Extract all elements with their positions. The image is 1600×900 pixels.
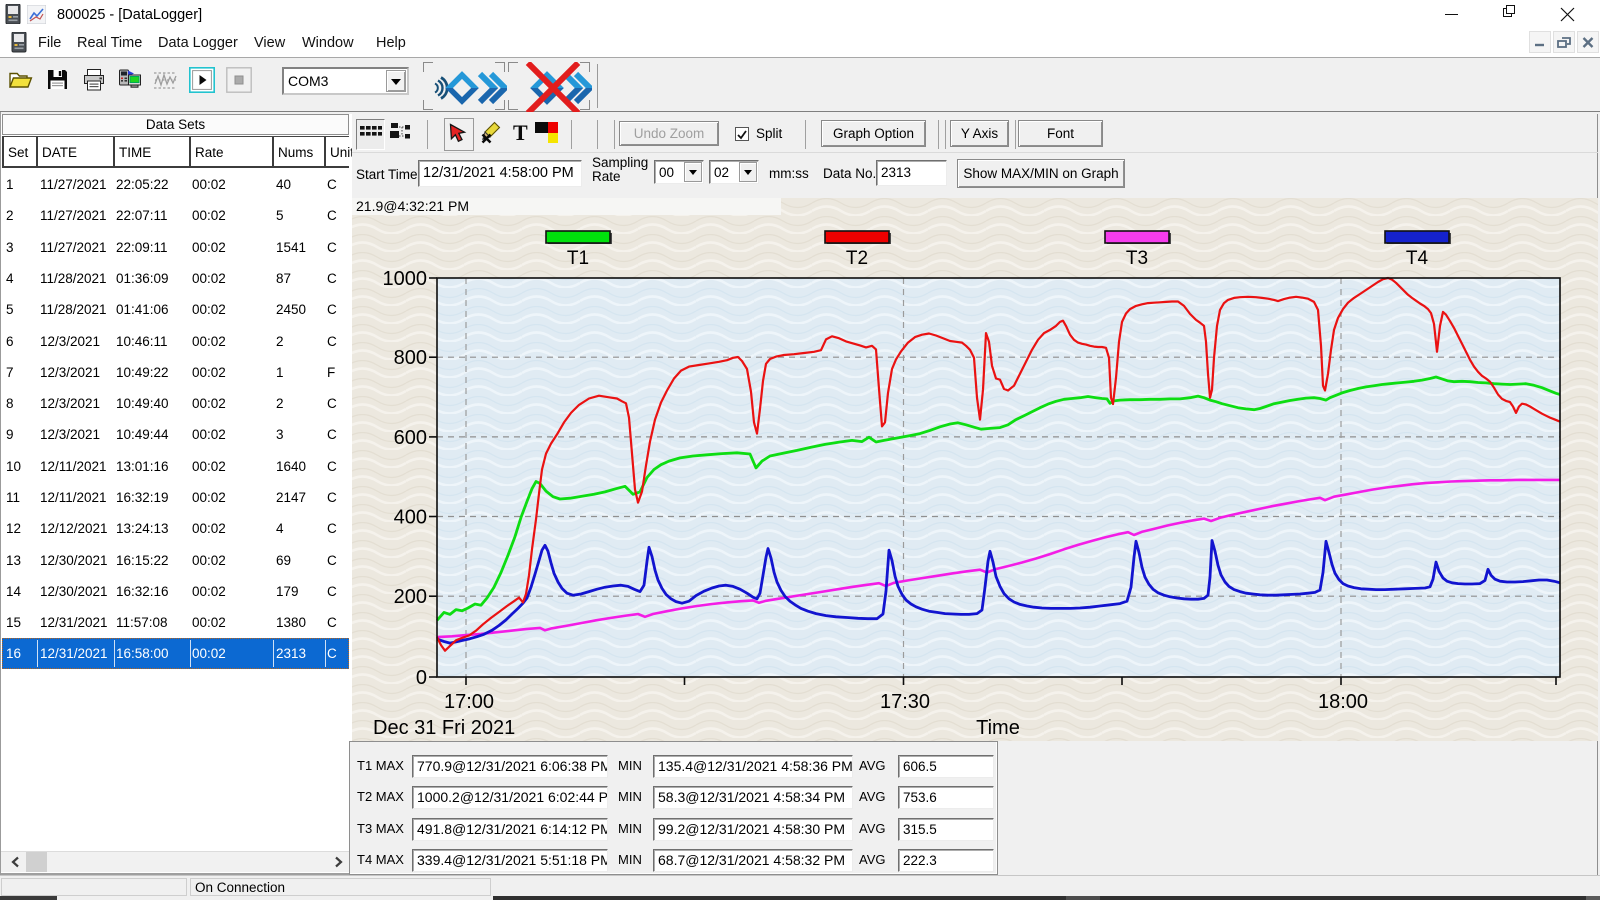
svg-text:T3: T3 [1126,248,1148,269]
svg-text:T: T [513,120,528,145]
svg-text:Time: Time [976,717,1020,739]
svg-text:800: 800 [394,347,427,369]
svg-text:18:00: 18:00 [1318,691,1368,713]
svg-text:T4: T4 [1406,248,1429,269]
svg-text:600: 600 [394,427,427,449]
svg-text:T2: T2 [846,248,868,269]
svg-text:400: 400 [394,507,427,529]
svg-text:1000: 1000 [383,268,428,290]
svg-text:21.9@4:32:21 PM: 21.9@4:32:21 PM [356,198,469,214]
svg-text:0: 0 [416,667,427,689]
svg-text:T1: T1 [567,248,589,269]
svg-text:17:30: 17:30 [880,691,930,713]
svg-text:17:00: 17:00 [444,691,494,713]
svg-text:200: 200 [394,586,427,608]
svg-text:Dec 31 Fri 2021: Dec 31 Fri 2021 [373,717,515,739]
